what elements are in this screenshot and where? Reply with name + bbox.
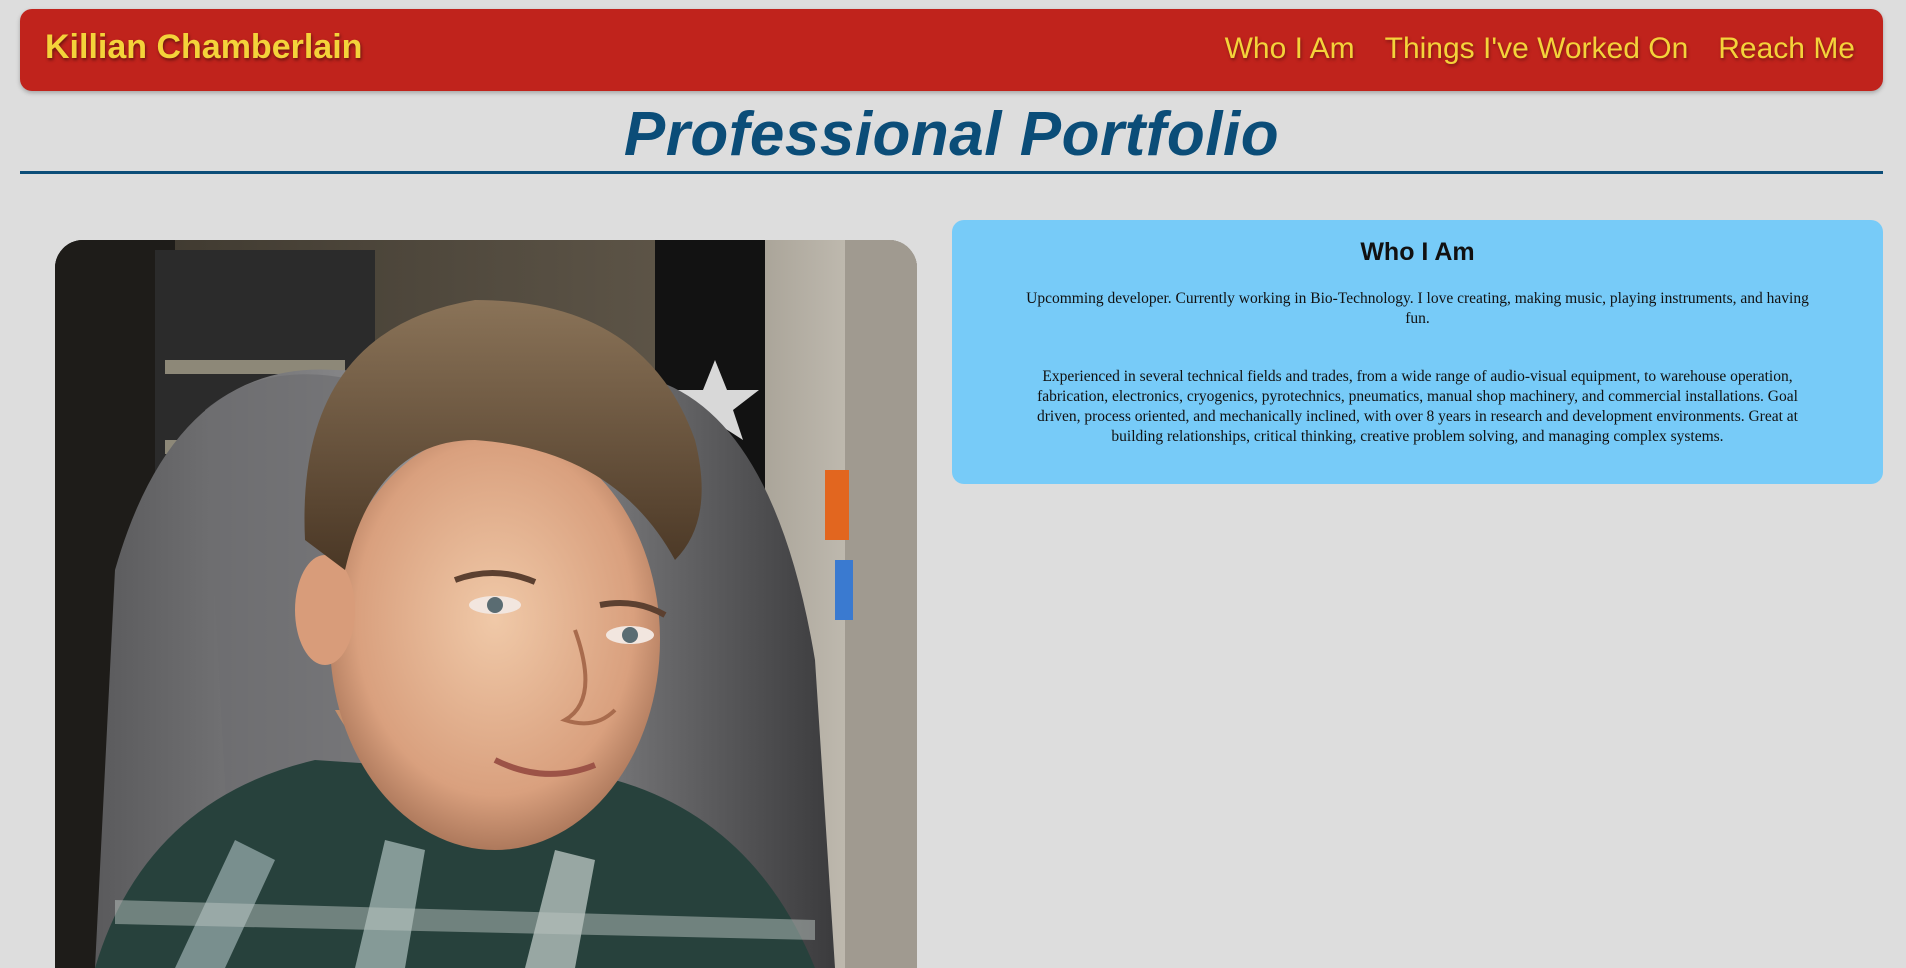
nav-link-things-ive-worked-on[interactable]: Things I've Worked On	[1385, 32, 1689, 66]
title-divider	[20, 171, 1883, 174]
about-experience-paragraph: Experienced in several technical fields …	[1037, 368, 1798, 445]
about-card: Who I Am Upcomming developer. Currently …	[952, 220, 1883, 484]
page-title: Professional Portfolio	[623, 100, 1280, 169]
nav-link-reach-me[interactable]: Reach Me	[1718, 32, 1855, 66]
nav-links: Who I Am Things I've Worked On Reach Me	[1225, 32, 1855, 66]
nav-link-who-i-am[interactable]: Who I Am	[1225, 32, 1355, 66]
about-heading: Who I Am	[1360, 238, 1475, 266]
about-intro-paragraph: Upcomming developer. Currently working i…	[1026, 290, 1809, 327]
profile-photo	[55, 240, 917, 968]
brand-name[interactable]: Killian Chamberlain	[45, 28, 362, 67]
navbar: Killian Chamberlain Who I Am Things I've…	[20, 9, 1883, 91]
